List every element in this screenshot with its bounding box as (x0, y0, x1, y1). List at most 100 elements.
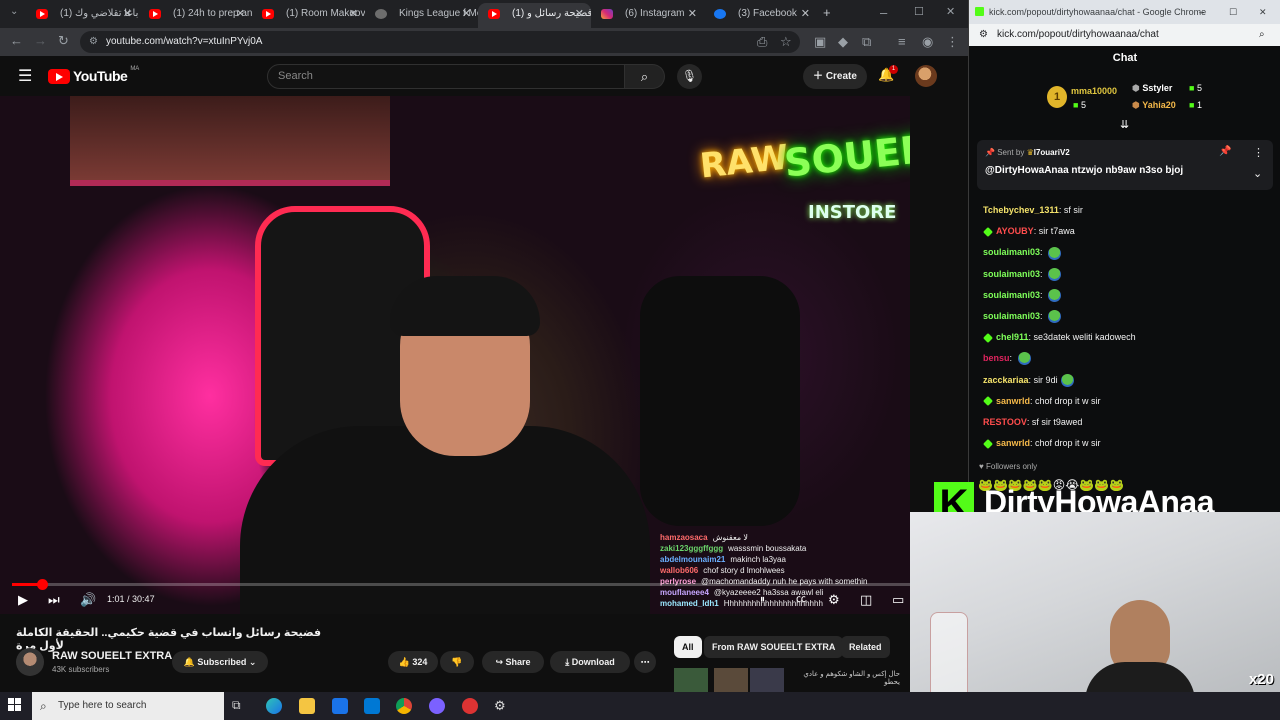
more-options-icon[interactable]: ⋮ (1253, 146, 1264, 159)
tab-search-icon[interactable]: ⌄ (10, 6, 18, 17)
chat-message[interactable]: AYOUBY: sir t7awa (983, 221, 1273, 242)
maximize-icon[interactable]: ☐ (914, 5, 924, 18)
bookmark-star-icon[interactable]: ☆ (780, 34, 792, 50)
zoom-icon[interactable]: ⌕ (1259, 24, 1265, 46)
user-avatar[interactable] (915, 65, 937, 87)
video-player[interactable]: RAW SOUEELT INSTORE hamzaosaca لا معقنوش z… (0, 96, 910, 614)
chat-username[interactable]: zacckariaa (983, 375, 1029, 385)
chat-message[interactable]: soulaimani03: (983, 285, 1273, 306)
channel-name[interactable]: RAW SOUEELT EXTRA (52, 650, 172, 662)
media-control-icon[interactable]: ≡ (898, 34, 906, 49)
chat-message[interactable]: soulaimani03: (983, 242, 1273, 263)
app-icon[interactable] (429, 698, 445, 714)
tab-close-icon[interactable]: ✕ (349, 3, 358, 25)
chat-message[interactable]: RESTOOV: sf sir t9awed (983, 412, 1273, 433)
autoplay-toggle-icon[interactable]: ⏸ (760, 591, 765, 609)
chat-message[interactable]: soulaimani03: (983, 306, 1273, 327)
chat-message[interactable]: chel911: se3datek weliti kadowech (983, 327, 1273, 348)
chrome-menu-icon[interactable]: ⋮ (946, 34, 959, 50)
site-info-icon[interactable]: ⚙ (89, 31, 98, 53)
pinned-sender[interactable]: l7ouariV2 (1034, 148, 1070, 157)
chat-message[interactable]: soulaimani03: (983, 264, 1273, 285)
windows-start-icon[interactable] (8, 698, 22, 712)
chat-address-bar[interactable]: ⚙ kick.com/popout/dirtyhowaanaa/chat ⌕ (969, 24, 1280, 46)
chat-username[interactable]: soulaimani03 (983, 290, 1040, 300)
chat-username[interactable]: bensu (983, 353, 1010, 363)
window-close-icon[interactable]: ✕ (946, 5, 955, 18)
tab-close-icon[interactable]: ✕ (801, 3, 810, 25)
minimize-icon[interactable]: – (1199, 0, 1204, 24)
browser-tab[interactable]: (1) 24h to prep an ✕ (139, 3, 252, 28)
tab-close-icon[interactable]: ✕ (462, 3, 471, 25)
maximize-icon[interactable]: ☐ (1229, 0, 1237, 24)
download-button[interactable]: ⤓ Download (550, 651, 630, 673)
share-button[interactable]: ↪ Share (482, 651, 544, 673)
task-view-icon[interactable]: ⧉ (232, 698, 248, 714)
chat-message[interactable]: Tchebychev_1311: sf sir (983, 200, 1273, 221)
settings-gear-icon[interactable]: ⚙ (828, 591, 840, 609)
chat-message[interactable]: zacckariaa: sir 9di (983, 370, 1273, 391)
browser-tab[interactable]: Kings League f Me ✕ (365, 3, 478, 28)
collapse-leaderboard-icon[interactable]: ⇊ (1120, 118, 1129, 131)
taskbar-search-input[interactable]: ⌕ Type here to search (32, 692, 224, 720)
search-button[interactable]: ⌕ (625, 64, 665, 89)
tab-close-icon[interactable]: ✕ (236, 3, 245, 25)
dislike-button[interactable]: 👎 (440, 651, 474, 673)
chrome-icon[interactable] (396, 698, 412, 714)
unpin-icon[interactable]: 📌 (1219, 146, 1231, 157)
browser-tab[interactable]: (6) Instagram ✕ (591, 3, 704, 28)
channel-avatar[interactable] (16, 648, 44, 676)
theater-mode-icon[interactable]: ▭ (892, 591, 904, 609)
reload-icon[interactable]: ↻ (58, 33, 69, 49)
browser-tab-active[interactable]: فضيحة رسائل و (1) ✕ (478, 3, 591, 28)
subtitles-icon[interactable]: ㏄ (796, 591, 806, 609)
extension-icon[interactable]: ◆ (838, 34, 848, 50)
leaderboard-user-3[interactable]: ⬢ Yahia20 (1132, 100, 1176, 111)
new-tab-icon[interactable]: + (823, 5, 831, 20)
profile-icon[interactable]: ◉ (922, 34, 933, 50)
chat-username[interactable]: sanwrld (996, 438, 1030, 448)
miniplayer-icon[interactable]: ◫ (860, 591, 872, 609)
play-icon[interactable]: ▶ (18, 591, 28, 609)
browser-tab[interactable]: (3) Facebook ✕ (704, 3, 817, 28)
expand-pinned-icon[interactable]: ⌄ (1253, 167, 1262, 180)
extensions-puzzle-icon[interactable]: ⧉ (862, 34, 871, 50)
url-input[interactable]: ⚙ youtube.com/watch?v=xtuInPYvj0A (80, 31, 800, 53)
chat-message[interactable]: bensu: (983, 348, 1273, 369)
forward-icon[interactable]: → (34, 33, 47, 48)
chat-username[interactable]: chel911 (996, 332, 1029, 342)
chip-from-channel[interactable]: From RAW SOUEELT EXTRA (704, 636, 844, 658)
youtube-logo[interactable]: YouTube MA (48, 66, 139, 84)
chat-username[interactable]: Tchebychev_1311 (983, 205, 1059, 215)
search-input[interactable]: Search (267, 64, 625, 89)
window-close-icon[interactable]: ✕ (1259, 0, 1267, 24)
chat-username[interactable]: soulaimani03 (983, 269, 1040, 279)
more-actions-button[interactable]: ⋯ (634, 651, 656, 673)
progress-scrubber[interactable] (36, 579, 48, 590)
outlook-icon[interactable] (364, 698, 380, 714)
back-icon[interactable]: ← (10, 33, 23, 48)
hamburger-menu-icon[interactable]: ☰ (18, 66, 32, 86)
voice-search-button[interactable]: 🎙 (677, 64, 702, 89)
minimize-icon[interactable]: – (880, 5, 887, 20)
chip-all[interactable]: All (674, 636, 702, 658)
subscribed-button[interactable]: 🔔 Subscribed ⌄ (172, 651, 268, 673)
tab-close-icon[interactable]: ✕ (688, 3, 697, 25)
like-button[interactable]: 👍 324 (388, 651, 438, 673)
chat-username[interactable]: soulaimani03 (983, 311, 1040, 321)
tab-close-icon[interactable]: ✕ (123, 3, 132, 25)
chat-username[interactable]: AYOUBY (996, 226, 1034, 236)
browser-tab[interactable]: (1) Room Makeov ✕ (252, 3, 365, 28)
chat-username[interactable]: soulaimani03 (983, 247, 1040, 257)
related-video-item[interactable]: حال إكس و الشاو شكوهم و عادي يحطو (674, 668, 904, 692)
edge-browser-icon[interactable] (266, 698, 282, 714)
app-icon[interactable] (462, 698, 478, 714)
leaderboard-user[interactable]: mma10000 (1071, 86, 1117, 96)
translate-icon[interactable]: ▣ (814, 34, 826, 50)
site-info-icon[interactable]: ⚙ (979, 24, 988, 46)
create-button[interactable]: ＋ Create (803, 64, 867, 89)
tab-close-icon[interactable]: ✕ (575, 3, 584, 25)
file-explorer-icon[interactable] (299, 698, 315, 714)
pinned-message[interactable]: 📌 Sent by ♛l7ouariV2 @DirtyHowaAnaa ntzw… (977, 140, 1273, 190)
chat-message[interactable]: sanwrld: chof drop it w sir (983, 391, 1273, 412)
